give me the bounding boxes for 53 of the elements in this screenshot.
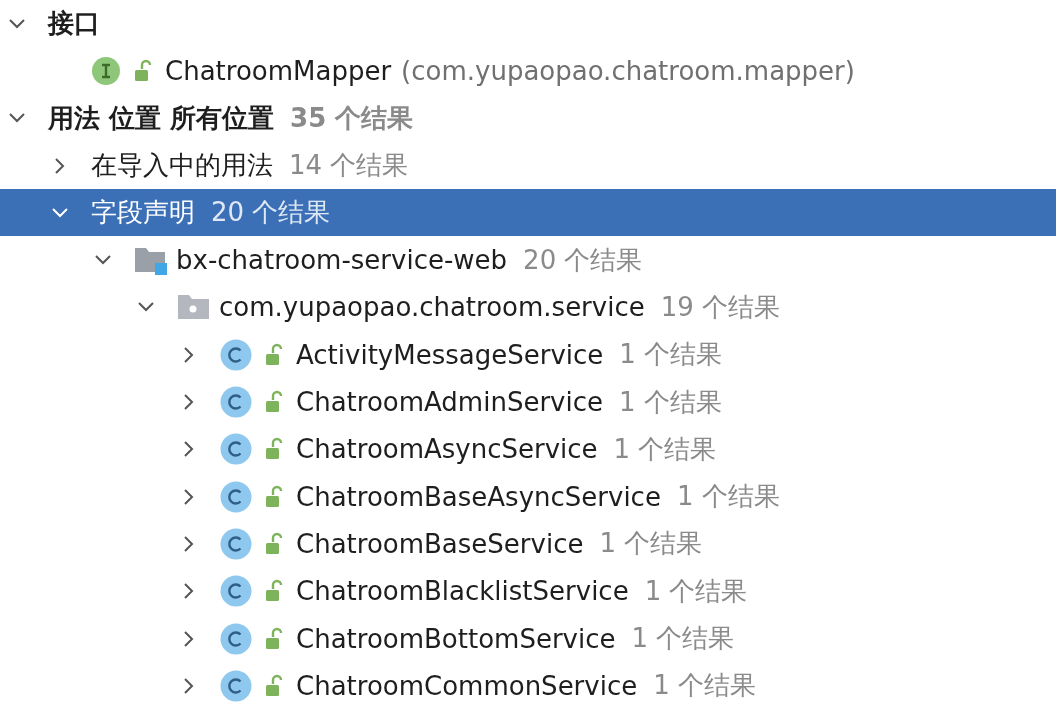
tree-row[interactable]: ChatroomBlacklistService 1 个结果 bbox=[0, 567, 1056, 615]
node-label: bx-chatroom-service-web bbox=[176, 245, 508, 276]
tree-row[interactable]: ChatroomCommonService 1 个结果 bbox=[0, 662, 1056, 710]
result-count: 1 个结果 bbox=[619, 338, 723, 372]
tree-row[interactable]: bx-chatroom-service-web 20 个结果 bbox=[0, 236, 1056, 284]
node-label: ChatroomAdminService bbox=[296, 387, 603, 417]
node-label: ChatroomBaseAsyncService bbox=[296, 481, 661, 512]
package-path: (com.yupaopao.chatroom.mapper) bbox=[401, 55, 855, 86]
tree-row[interactable]: ActivityMessageService 1 个结果 bbox=[0, 331, 1056, 379]
result-count: 20 个结果 bbox=[523, 243, 643, 277]
node-label: ChatroomAsyncService bbox=[296, 434, 598, 465]
result-count: 19 个结果 bbox=[660, 290, 781, 324]
tree-row[interactable]: ChatroomAdminService 1 个结果 bbox=[0, 378, 1056, 426]
node-label: 接口 bbox=[48, 7, 100, 41]
result-count: 1 个结果 bbox=[676, 480, 780, 514]
result-count: 1 个结果 bbox=[631, 622, 735, 655]
class-icon bbox=[220, 575, 252, 608]
node-label: ChatroomBottomService bbox=[296, 623, 616, 654]
class-icon bbox=[220, 433, 252, 466]
node-label: 字段声明 bbox=[91, 196, 195, 230]
class-icon bbox=[220, 527, 252, 560]
node-label: ChatroomBlacklistService bbox=[296, 576, 629, 607]
node-label: 在导入中的用法 bbox=[91, 149, 273, 183]
result-count: 1 个结果 bbox=[644, 574, 748, 608]
node-label: ActivityMessageService bbox=[296, 339, 604, 370]
tree-row[interactable]: ChatroomMapper (com.yupaopao.chatroom.mapper) bbox=[0, 47, 1056, 95]
tree-row[interactable]: 在导入中的用法 14 个结果 bbox=[0, 141, 1056, 190]
class-icon bbox=[220, 386, 252, 418]
tree-row[interactable]: 用法 位置 所有位置 35 个结果 bbox=[0, 94, 1056, 142]
node-label: ChatroomBaseService bbox=[296, 528, 584, 559]
node-label: 用法 位置 所有位置 bbox=[48, 101, 275, 135]
class-icon bbox=[220, 338, 252, 371]
tree-row[interactable]: ChatroomAsyncService 1 个结果 bbox=[0, 425, 1056, 473]
tree-row[interactable]: ChatroomBaseService 1 个结果 bbox=[0, 520, 1056, 568]
class-icon bbox=[220, 622, 252, 655]
result-count: 14 个结果 bbox=[289, 149, 409, 183]
tree-row[interactable]: 接口 bbox=[0, 0, 1056, 48]
node-label: ChatroomCommonService bbox=[296, 670, 638, 701]
result-count: 1 个结果 bbox=[653, 669, 757, 703]
result-count: 1 个结果 bbox=[599, 527, 703, 561]
result-count: 35 个结果 bbox=[290, 101, 414, 135]
result-count: 1 个结果 bbox=[619, 385, 722, 419]
tree-row[interactable]: ChatroomBaseAsyncService 1 个结果 bbox=[0, 472, 1056, 521]
class-icon bbox=[220, 669, 252, 702]
class-icon bbox=[220, 480, 252, 513]
interface-icon bbox=[91, 55, 121, 86]
result-count: 1 个结果 bbox=[613, 432, 717, 466]
result-count: 20 个结果 bbox=[211, 196, 331, 230]
node-label: ChatroomMapper bbox=[165, 55, 392, 86]
tree-row[interactable]: com.yupaopao.chatroom.service 19 个结果 bbox=[0, 283, 1056, 332]
tree-row[interactable]: ChatroomBottomService 1 个结果 bbox=[0, 614, 1056, 663]
tree-row[interactable]: 字段声明 20 个结果 bbox=[0, 189, 1056, 237]
node-label: com.yupaopao.chatroom.service bbox=[219, 292, 645, 323]
